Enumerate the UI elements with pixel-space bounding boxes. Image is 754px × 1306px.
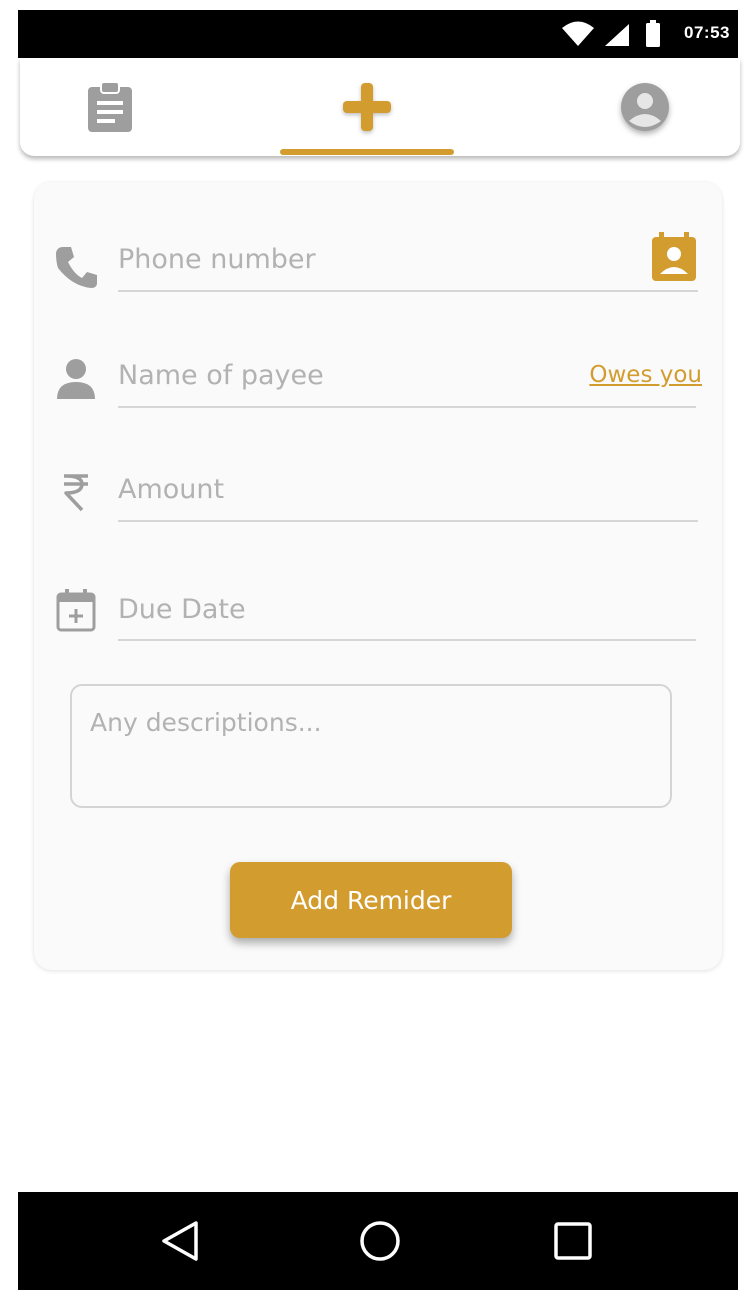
tab-profile[interactable] — [595, 58, 695, 156]
calendar-plus-icon — [56, 589, 96, 632]
nav-recents-button[interactable] — [531, 1192, 615, 1290]
plus-icon — [343, 83, 391, 131]
owes-you-toggle[interactable]: Owes you — [589, 362, 702, 388]
due-date-underline — [118, 639, 696, 641]
nav-home-button[interactable] — [338, 1192, 422, 1290]
phone-field: Phone number — [34, 228, 722, 298]
clipboard-icon — [88, 81, 132, 132]
recents-icon — [554, 1222, 592, 1260]
phone-underline — [118, 290, 698, 292]
back-icon — [162, 1221, 198, 1261]
rupee-icon — [64, 474, 88, 512]
active-tab-indicator — [280, 149, 454, 155]
add-reminder-button[interactable]: Add Remider — [230, 862, 512, 938]
phone-icon — [56, 247, 97, 288]
wifi-icon — [562, 21, 594, 46]
description-textarea[interactable]: Any descriptions... — [70, 684, 672, 808]
person-icon — [57, 359, 95, 399]
tab-add[interactable] — [280, 58, 454, 156]
status-bar: 07:53 — [18, 10, 738, 58]
amount-input[interactable]: Amount — [118, 474, 224, 505]
contact-book-icon[interactable] — [651, 232, 697, 282]
home-icon — [360, 1221, 400, 1261]
top-tab-bar — [20, 58, 740, 156]
payee-underline — [118, 406, 696, 408]
account-circle-icon — [621, 83, 669, 131]
status-time: 07:53 — [684, 23, 730, 42]
due-date-input[interactable]: Due Date — [118, 594, 246, 625]
amount-field: Amount — [34, 458, 722, 528]
phone-input[interactable]: Phone number — [118, 244, 316, 275]
description-placeholder: Any descriptions... — [90, 708, 322, 737]
payee-input[interactable]: Name of payee — [118, 360, 324, 391]
tab-reminders[interactable] — [60, 58, 160, 156]
battery-icon — [646, 20, 660, 47]
due-date-field: Due Date — [34, 578, 722, 648]
amount-underline — [118, 520, 698, 522]
add-reminder-card: Phone number Name of payee Owes you Amou… — [34, 182, 722, 970]
nav-back-button[interactable] — [138, 1192, 222, 1290]
system-nav-bar — [18, 1192, 738, 1290]
signal-icon — [605, 24, 629, 46]
